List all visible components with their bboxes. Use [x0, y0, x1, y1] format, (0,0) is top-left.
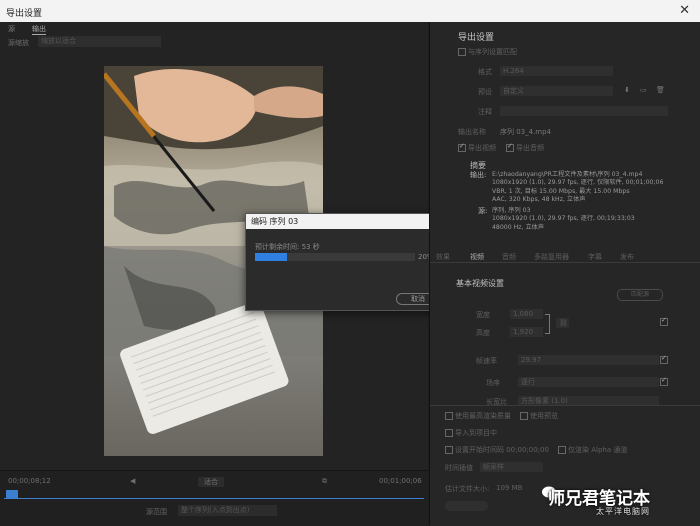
import-preset-icon[interactable]: ▭	[640, 86, 647, 94]
source-summary-key: 源:	[478, 207, 488, 215]
timecode-start: 00;00;08;12	[8, 477, 51, 485]
settings-tabs: 效果 视频 音频 多路复用器 字幕 发布	[430, 250, 700, 263]
start-timecode-label: 设置开始时间码 00;00;00;00	[455, 446, 549, 454]
time-interp-select[interactable]: 帧采样	[480, 462, 543, 472]
timecode-end: 00;01;00;06	[379, 477, 422, 485]
preview-tabs: 源 输出	[0, 22, 428, 35]
max-render-checkbox[interactable]	[445, 412, 453, 420]
export-video-checkbox[interactable]	[458, 142, 466, 152]
preset-label: 预设	[478, 88, 492, 96]
crop-icon[interactable]: ⧉	[322, 477, 327, 486]
use-preview-label: 使用预览	[530, 412, 558, 420]
width-input[interactable]: 1,080	[510, 309, 543, 319]
format-select[interactable]: H.264	[500, 66, 613, 76]
chain-link-icon[interactable]: ⛓	[556, 318, 569, 328]
close-icon[interactable]: ✕	[679, 3, 690, 18]
encoding-progress-bar	[255, 253, 415, 261]
start-timecode-checkbox[interactable]	[445, 446, 453, 454]
width-label: 宽度	[476, 311, 490, 319]
render-alpha-checkbox[interactable]	[558, 446, 566, 454]
output-name-label: 输出名称	[458, 128, 486, 136]
export-video-label: 导出视频	[468, 144, 496, 152]
source-range-label: 源范围	[146, 508, 167, 516]
export-audio-label: 导出音频	[516, 144, 544, 152]
tab-effects[interactable]: 效果	[436, 252, 450, 262]
field-order-checkbox[interactable]	[660, 376, 668, 386]
tab-captions[interactable]: 字幕	[588, 252, 602, 262]
dialog-title-bar: 编码 序列 03 ✕	[246, 214, 449, 229]
export-audio-checkbox[interactable]	[506, 142, 514, 152]
output-name-link[interactable]: 序列 03_4.mp4	[500, 127, 551, 137]
tab-video[interactable]: 视频	[470, 252, 484, 262]
format-label: 格式	[478, 68, 492, 76]
height-input[interactable]: 1,920	[510, 327, 543, 337]
preset-select[interactable]: 自定义	[500, 86, 613, 96]
match-source-button[interactable]: 匹配源	[617, 289, 663, 301]
use-preview-checkbox[interactable]	[520, 412, 528, 420]
window-title: 导出设置	[6, 9, 43, 19]
source-scaling-label: 源缩放	[8, 39, 29, 47]
file-size-value: 109 MB	[496, 484, 523, 492]
dialog-title: 编码 序列 03	[251, 217, 299, 226]
remaining-time-label: 预计剩余时间: 53 秒	[255, 243, 320, 251]
basic-video-title: 基本视频设置	[456, 279, 504, 288]
framerate-select[interactable]: 29.97	[518, 355, 659, 365]
framerate-checkbox[interactable]	[660, 354, 668, 364]
tab-source[interactable]: 源	[8, 24, 15, 34]
title-bar: 导出设置 ✕	[0, 0, 700, 22]
encoding-dialog: 编码 序列 03 ✕ 预计剩余时间: 53 秒 20% 取消	[245, 213, 450, 311]
progress-fill	[255, 253, 287, 261]
link-bracket	[545, 314, 550, 334]
source-range-select[interactable]: 整个序列(入点到出点)	[178, 505, 277, 516]
field-order-select[interactable]: 逐行	[518, 377, 659, 387]
delete-preset-icon[interactable]: 🗑	[656, 86, 665, 94]
field-order-label: 场序	[486, 379, 500, 387]
width-match-checkbox[interactable]	[660, 316, 668, 326]
import-project-label: 导入到项目中	[455, 429, 497, 437]
tab-publish[interactable]: 发布	[620, 252, 634, 262]
framerate-label: 帧速率	[476, 357, 497, 365]
output-summary: E:\zhaodanyang\PR工程文件及素材\序列 03_4.mp4 108…	[492, 171, 664, 204]
import-project-checkbox[interactable]	[445, 429, 453, 437]
file-size-label: 估计文件大小:	[445, 485, 490, 493]
source-summary: 序列, 序列 03 1080x1920 (1.0), 29.97 fps, 逐行…	[492, 207, 635, 231]
height-label: 高度	[476, 329, 490, 337]
match-sequence-label: 与序列设置匹配	[468, 48, 517, 56]
timeline-track[interactable]	[4, 498, 424, 499]
playhead-icon[interactable]	[6, 490, 18, 498]
watermark-sub: 太平洋电脑网	[596, 507, 650, 516]
time-interp-label: 时间插值	[445, 464, 473, 472]
comments-input[interactable]	[500, 106, 668, 116]
fit-select[interactable]: 适合	[198, 477, 224, 487]
tab-audio[interactable]: 音频	[502, 252, 516, 262]
export-settings-title: 导出设置	[458, 33, 495, 43]
metadata-button[interactable]	[445, 501, 488, 511]
max-render-label: 使用最高渲染质量	[455, 412, 511, 420]
set-in-icon[interactable]: ◀	[130, 477, 135, 485]
save-preset-icon[interactable]: ⬇	[624, 86, 630, 94]
tab-multiplexer[interactable]: 多路复用器	[534, 252, 569, 262]
source-scaling-select[interactable]: 缩放以适合	[38, 36, 161, 47]
tab-output[interactable]: 输出	[32, 24, 46, 35]
render-alpha-label: 仅渲染 Alpha 通道	[568, 446, 628, 454]
match-sequence-checkbox[interactable]	[458, 48, 466, 56]
output-summary-key: 输出:	[470, 171, 487, 179]
comments-label: 注释	[478, 108, 492, 116]
